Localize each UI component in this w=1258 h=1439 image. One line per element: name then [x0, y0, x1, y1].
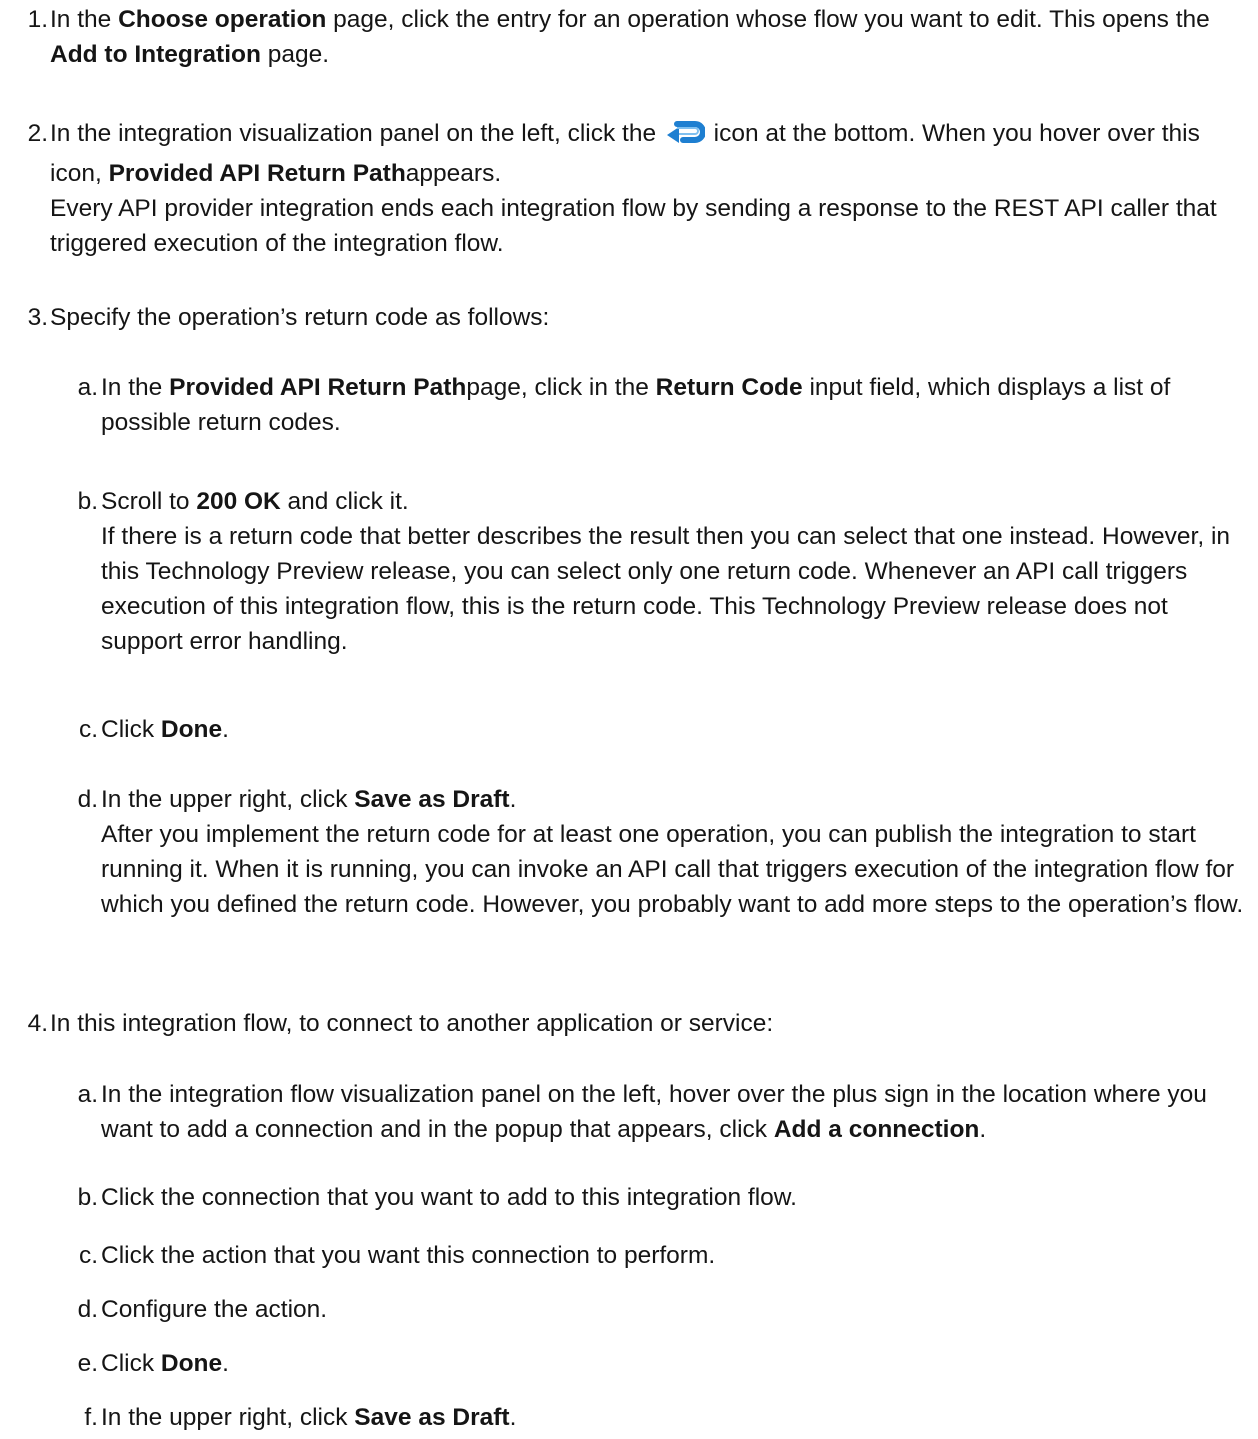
substep-text: Click the action that you want this conn… [101, 1242, 716, 1269]
substep-text: Configure the action. [101, 1296, 328, 1323]
step-number: 1. [27, 6, 48, 33]
substep-text: Click Done. [101, 1350, 229, 1377]
return-arrow-icon [665, 120, 706, 156]
ui-term-save-as-draft: Save as Draft [354, 786, 510, 813]
ui-term-add-to-integration: Add to Integration [50, 41, 261, 68]
substep-text: Click the connection that you want to ad… [101, 1184, 797, 1211]
ui-term-done: Done [160, 716, 223, 743]
ui-term-save-as-draft: Save as Draft [354, 1404, 510, 1431]
substep-letter: d. [77, 786, 98, 813]
substep-letter: c. [78, 716, 98, 743]
substep-letter: d. [77, 1296, 98, 1323]
substep-letter: c. [78, 1242, 98, 1269]
ui-term-provided-api-return-path: Provided API Return Path [169, 374, 467, 401]
step-note: Every API provider integration ends each… [50, 195, 1217, 257]
substep-letter: a. [77, 1081, 98, 1108]
ui-term-200-ok: 200 OK [196, 488, 281, 515]
step-text: Specify the operation’s return code as f… [50, 304, 550, 331]
substep-letter: b. [77, 1184, 98, 1211]
substep-text: Click Done. [101, 716, 229, 743]
substep-letter: e. [77, 1350, 98, 1377]
substep-letter: f. [84, 1404, 98, 1431]
step-text: In this integration flow, to connect to … [50, 1010, 774, 1037]
ui-term-provided-api-return-path: Provided API Return Path [108, 160, 406, 187]
ui-term-return-code: Return Code [655, 374, 803, 401]
substep-text: In the upper right, click Save as Draft.… [101, 786, 1244, 918]
substep-letter: a. [77, 374, 98, 401]
step-number: 2. [27, 120, 48, 147]
step-text: In the integration visualization panel o… [50, 120, 1217, 257]
step-text: In the Choose operation page, click the … [50, 6, 1210, 68]
step-number: 4. [27, 1010, 48, 1037]
substep-text: Scroll to 200 OK and click it. If there … [101, 488, 1231, 655]
ui-term-choose-operation: Choose operation [118, 6, 327, 33]
ui-term-add-a-connection: Add a connection [773, 1116, 980, 1143]
substep-note: After you implement the return code for … [101, 821, 1244, 918]
substep-text: In the upper right, click Save as Draft. [101, 1404, 517, 1431]
substep-text: In the integration flow visualization pa… [101, 1081, 1207, 1143]
substep-text: In the Provided API Return Pathpage, cli… [101, 374, 1171, 436]
substep-note: If there is a return code that better de… [101, 523, 1231, 655]
ui-term-done: Done [160, 1350, 223, 1377]
substep-letter: b. [77, 488, 98, 515]
step-number: 3. [27, 304, 48, 331]
